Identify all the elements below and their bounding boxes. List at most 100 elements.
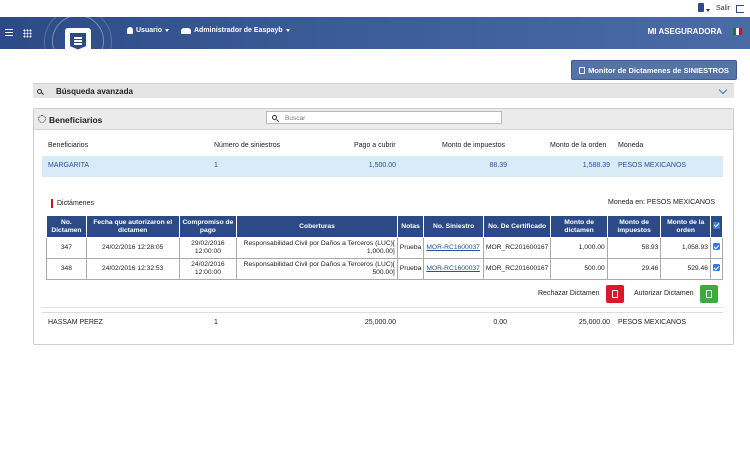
row-checkbox[interactable] — [709, 237, 724, 259]
dictamen-actions: Rechazar Dictamen Autorizar Dictamen — [34, 283, 733, 303]
user-menu-label: Usuario — [136, 27, 163, 34]
top-utility-bar: Salir — [0, 0, 750, 17]
order-amount: 529.46 — [660, 258, 711, 280]
col-monto-impuestos[interactable]: Monto de impuestos — [606, 215, 662, 238]
divider — [42, 307, 723, 308]
approve-dictamen-button[interactable] — [700, 285, 718, 303]
users-icon — [181, 27, 191, 34]
beneficiary-row[interactable]: HASSAM PEREZ 1 25,000.00 0.00 25,000.00 … — [42, 312, 723, 334]
header-monto-orden: Monto de la orden — [550, 142, 607, 149]
currency: PESOS MEXICANOS — [618, 319, 687, 326]
col-notas[interactable]: Notas — [396, 215, 425, 238]
tax-amount: 0.00 — [493, 319, 507, 326]
panel-title: Beneficiarios — [49, 115, 103, 125]
col-monto-orden[interactable]: Monto de la orden — [660, 215, 711, 238]
table-row[interactable]: 347 24/02/2016 12:28:05 29/02/2016 12:00… — [46, 237, 724, 259]
beneficiary-row[interactable]: MARGARITA 1 1,500.00 88.39 1,588.39 PESO… — [42, 156, 723, 177]
apps-grid-icon[interactable] — [23, 29, 32, 38]
chevron-down-icon[interactable] — [718, 85, 728, 95]
admin-menu-label: Administrador de Easpayb — [194, 27, 283, 34]
monitor-button-label: Monitor de Dictamenes de SINIESTROS — [588, 65, 729, 75]
mexico-flag-icon[interactable] — [733, 28, 742, 35]
col-no-dictamen[interactable]: No. Dictamen — [46, 215, 87, 238]
col-fecha-autorizacion[interactable]: Fecha que autorizaron el dictamen — [85, 215, 180, 238]
section-marker — [51, 199, 53, 208]
dictamen-amount: 1,000.00 — [550, 237, 608, 259]
order-amount: 1,058.93 — [660, 237, 711, 259]
col-compromiso-pago[interactable]: Compromiso de pago — [178, 215, 238, 238]
claim-link[interactable]: MOR-RC1600037 — [426, 244, 480, 251]
header-num-siniestros: Número de siniestros — [214, 142, 281, 149]
dictamen-amount: 500.00 — [550, 258, 608, 280]
approve-label: Autorizar Dictamen — [634, 290, 694, 297]
user-icon — [127, 27, 133, 34]
col-certificado[interactable]: No. De Certificado — [482, 215, 552, 238]
tax-amount: 29.46 — [606, 258, 662, 280]
reject-label: Rechazar Dictamen — [538, 290, 600, 297]
checkbox-icon — [712, 243, 720, 250]
document-icon — [612, 290, 618, 298]
header-moneda: Moneda — [618, 142, 644, 149]
search-icon — [272, 115, 277, 120]
claims-count: 1 — [214, 162, 218, 169]
payment-amount: 25,000.00 — [364, 319, 396, 326]
phone-icon[interactable] — [698, 3, 710, 14]
payment-date: 24/02/2016 12:00:00 — [178, 258, 238, 280]
claim-link[interactable]: MOR-RC1600037 — [426, 265, 480, 272]
admin-menu[interactable]: Administrador de Easpayb — [181, 27, 290, 34]
monitor-dictamenes-button[interactable]: Monitor de Dictamenes de SINIESTROS — [571, 60, 737, 80]
auth-date: 24/02/2016 12:28:05 — [85, 237, 180, 259]
search-input[interactable] — [285, 113, 495, 123]
exit-icon[interactable] — [736, 4, 744, 13]
company-logo[interactable] — [65, 28, 91, 54]
certificate: MOR_RC201600167 — [482, 258, 552, 280]
checkbox-icon — [712, 221, 720, 229]
document-icon — [706, 290, 712, 298]
search-box[interactable] — [266, 111, 502, 124]
certificate: MOR_RC201600167 — [482, 237, 552, 259]
chevron-down-icon — [165, 29, 170, 32]
payment-amount: 1,500.00 — [368, 162, 396, 169]
auth-date: 24/02/2016 12:32:53 — [85, 258, 180, 280]
notes: Prueba — [396, 258, 425, 280]
user-menu[interactable]: Usuario — [127, 27, 170, 34]
coverage: Responsabilidad Civil por Daños a Tercer… — [236, 237, 398, 259]
col-monto-dictamen[interactable]: Monto de dictamen — [550, 215, 608, 238]
tax-amount: 88.39 — [489, 162, 507, 169]
dictamenes-section-label: Dictámenes — [51, 199, 94, 208]
col-coberturas[interactable]: Coberturas — [236, 215, 398, 238]
brand-name: MI ASEGURADORA — [647, 27, 722, 36]
reject-dictamen-button[interactable] — [606, 285, 624, 303]
beneficiaries-panel: Beneficiarios Beneficiarios Número de si… — [33, 108, 734, 345]
tax-amount: 58.93 — [606, 237, 662, 259]
logout-link[interactable]: Salir — [716, 5, 730, 12]
claims-count: 1 — [214, 319, 218, 326]
header-pago: Pago a cubrir — [354, 142, 396, 149]
currency: PESOS MEXICANOS — [618, 162, 687, 169]
chevron-down-icon — [285, 29, 290, 32]
dictamenes-table: No. Dictamen Fecha que autorizaron el di… — [46, 215, 724, 280]
search-icon — [37, 88, 42, 94]
dictamen-number: 347 — [46, 237, 87, 259]
coverage: Responsabilidad Civil por Daños a Tercer… — [236, 258, 398, 280]
order-amount: 1,588.39 — [582, 162, 610, 169]
table-header-row: No. Dictamen Fecha que autorizaron el di… — [46, 215, 724, 238]
col-no-siniestro[interactable]: No. Siniestro — [423, 215, 484, 238]
hamburger-menu-icon[interactable] — [5, 29, 13, 36]
gear-icon — [38, 115, 46, 123]
row-checkbox[interactable] — [709, 258, 724, 280]
beneficiary-name: HASSAM PEREZ — [48, 319, 103, 326]
table-row[interactable]: 348 24/02/2016 12:32:53 24/02/2016 12:00… — [46, 258, 724, 280]
header-beneficiarios: Beneficiarios — [48, 142, 89, 149]
checkbox-icon — [712, 264, 720, 271]
checklist-icon — [579, 66, 586, 74]
payment-date: 29/02/2016 12:00:00 — [178, 237, 238, 259]
advanced-search-bar[interactable]: Búsqueda avanzada — [33, 83, 734, 98]
order-amount: 25,000.00 — [578, 319, 610, 326]
header-impuestos: Monto de impuestos — [442, 142, 506, 149]
currency-note: Moneda en: PESOS MEXICANOS — [608, 199, 715, 206]
notes: Prueba — [396, 237, 425, 259]
main-navbar: Usuario Administrador de Easpayb MI ASEG… — [0, 8, 750, 76]
select-all-checkbox[interactable] — [709, 215, 724, 238]
dictamen-number: 348 — [46, 258, 87, 280]
